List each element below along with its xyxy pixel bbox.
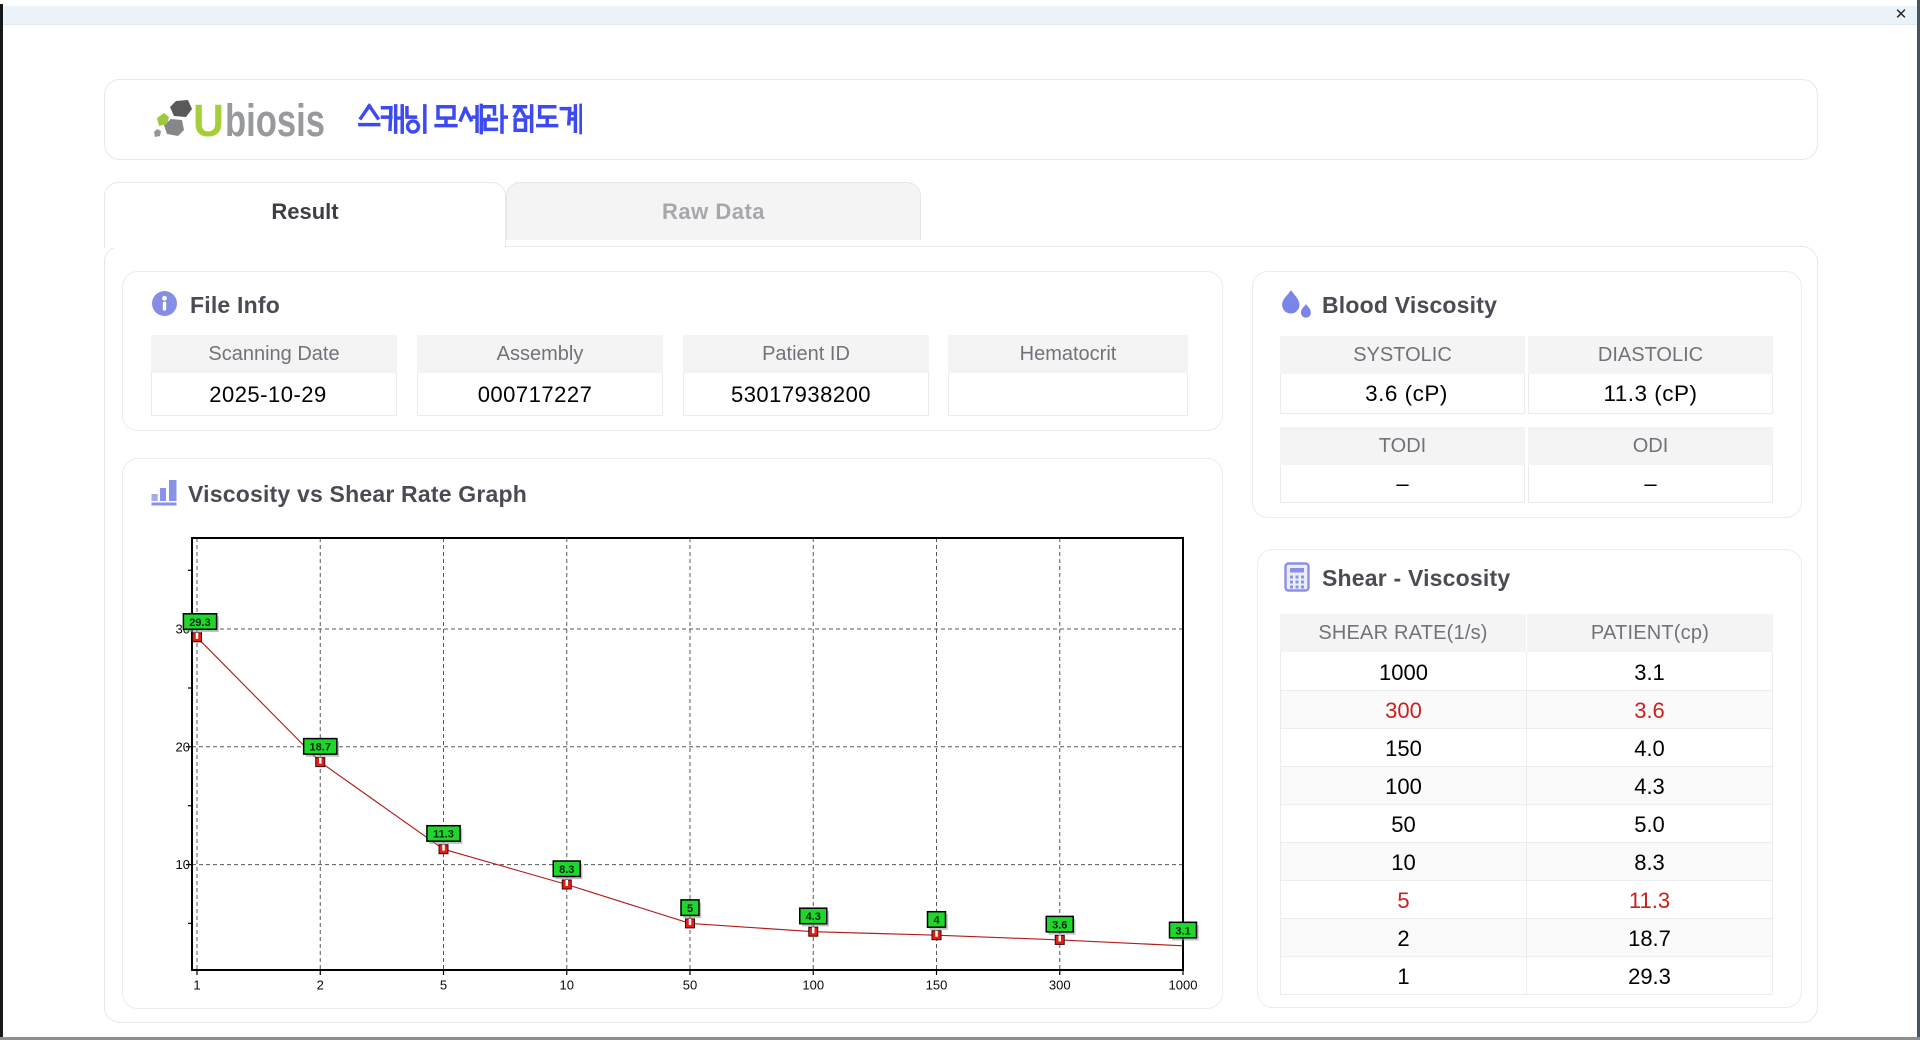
svg-text:2: 2 (317, 978, 324, 993)
svg-text:18.7: 18.7 (310, 742, 331, 754)
svg-text:4: 4 (933, 915, 940, 927)
svg-text:300: 300 (1049, 978, 1071, 993)
svg-text:10: 10 (176, 857, 190, 872)
svg-text:29.3: 29.3 (189, 617, 210, 629)
svg-text:biosis: biosis (225, 95, 325, 146)
svg-text:3.6: 3.6 (1052, 919, 1067, 931)
svg-text:100: 100 (802, 978, 824, 993)
svg-text:4.3: 4.3 (806, 911, 821, 923)
svg-text:20: 20 (176, 739, 190, 754)
svg-text:10: 10 (560, 978, 574, 993)
svg-text:1000: 1000 (1169, 978, 1198, 993)
svg-text:8.3: 8.3 (559, 864, 574, 876)
svg-text:U: U (193, 95, 224, 146)
svg-text:50: 50 (683, 978, 697, 993)
svg-text:5: 5 (440, 978, 447, 993)
svg-text:1: 1 (193, 978, 200, 993)
svg-text:3.1: 3.1 (1175, 925, 1190, 937)
svg-text:11.3: 11.3 (433, 829, 454, 841)
svg-text:150: 150 (926, 978, 948, 993)
svg-text:5: 5 (687, 903, 693, 915)
